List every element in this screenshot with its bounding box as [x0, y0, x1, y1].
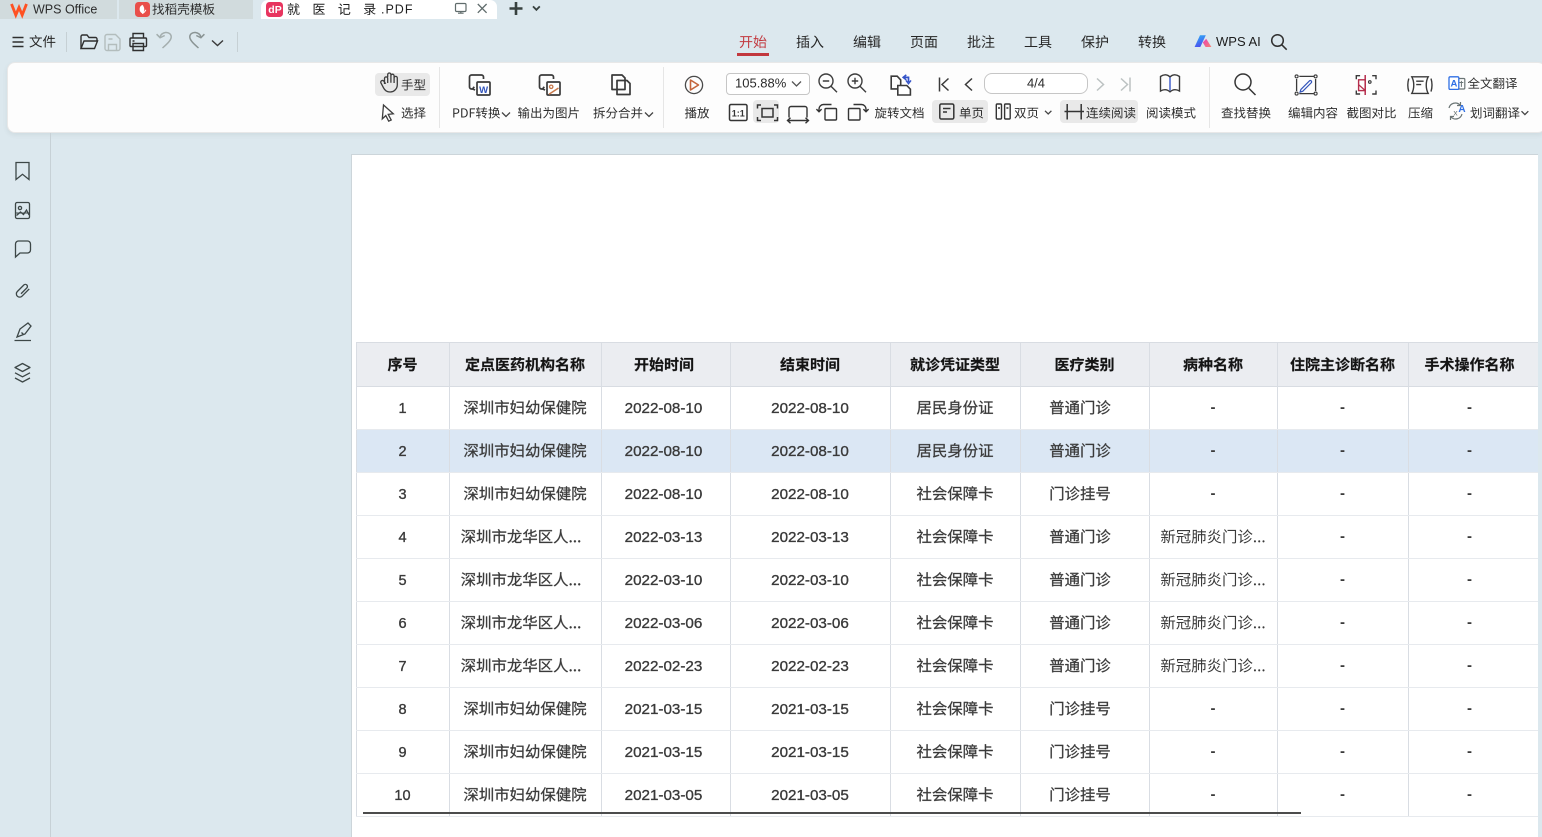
svg-text:10: 10: [394, 788, 410, 804]
svg-text:-: -: [1340, 528, 1345, 545]
svg-text:2021-03-15: 2021-03-15: [625, 701, 703, 718]
svg-text:WPS Office: WPS Office: [33, 3, 97, 17]
svg-text:2022-08-10: 2022-08-10: [625, 400, 703, 417]
svg-text:-: -: [1467, 657, 1472, 674]
svg-text:2021-03-05: 2021-03-05: [625, 787, 703, 804]
svg-text:2022-08-10: 2022-08-10: [771, 443, 849, 460]
svg-text:6: 6: [398, 616, 406, 632]
svg-text:-: -: [1467, 786, 1472, 803]
svg-text:WPS AI: WPS AI: [1216, 34, 1261, 49]
svg-text:-: -: [1211, 485, 1216, 502]
svg-text:-: -: [1340, 485, 1345, 502]
svg-text:2022-03-06: 2022-03-06: [625, 615, 703, 632]
svg-text:2022-03-10: 2022-03-10: [625, 572, 703, 589]
svg-text:-: -: [1340, 399, 1345, 416]
svg-text:-: -: [1340, 700, 1345, 717]
svg-text:4: 4: [398, 530, 406, 546]
svg-text:-: -: [1467, 528, 1472, 545]
svg-text:8: 8: [398, 702, 406, 718]
svg-text:2022-03-10: 2022-03-10: [771, 572, 849, 589]
svg-text:2022-02-23: 2022-02-23: [771, 658, 849, 675]
svg-text:2022-03-06: 2022-03-06: [771, 615, 849, 632]
svg-text:105.88%: 105.88%: [735, 76, 787, 91]
svg-text:-: -: [1211, 442, 1216, 459]
svg-text:W: W: [479, 85, 488, 96]
svg-text:2022-03-13: 2022-03-13: [771, 529, 849, 546]
svg-text:1:1: 1:1: [732, 109, 745, 119]
svg-text:4/4: 4/4: [1027, 76, 1045, 91]
svg-text:.PDF: .PDF: [381, 3, 413, 17]
svg-text:-: -: [1340, 786, 1345, 803]
svg-text:-: -: [1340, 614, 1345, 631]
svg-text:-: -: [1467, 700, 1472, 717]
svg-text:-: -: [1340, 442, 1345, 459]
svg-text:-: -: [1211, 399, 1216, 416]
svg-text:2: 2: [398, 444, 406, 460]
svg-text:A: A: [1458, 104, 1465, 115]
svg-text:2021-03-15: 2021-03-15: [625, 744, 703, 761]
svg-text:-: -: [1467, 743, 1472, 760]
svg-text:1: 1: [398, 401, 406, 417]
svg-text:-: -: [1467, 614, 1472, 631]
svg-text:-: -: [1211, 786, 1216, 803]
svg-text:-: -: [1340, 743, 1345, 760]
svg-text:2021-03-15: 2021-03-15: [771, 701, 849, 718]
svg-text:2022-02-23: 2022-02-23: [625, 658, 703, 675]
svg-text:2022-08-10: 2022-08-10: [771, 486, 849, 503]
svg-text:-: -: [1467, 399, 1472, 416]
svg-text:-: -: [1211, 743, 1216, 760]
svg-text:2022-08-10: 2022-08-10: [625, 443, 703, 460]
svg-text:5: 5: [398, 573, 406, 589]
svg-text:2022-03-13: 2022-03-13: [625, 529, 703, 546]
svg-text:9: 9: [398, 745, 406, 761]
svg-text:-: -: [1467, 571, 1472, 588]
svg-text:-: -: [1340, 571, 1345, 588]
svg-text:2022-08-10: 2022-08-10: [771, 400, 849, 417]
svg-text:-: -: [1467, 485, 1472, 502]
svg-text:-: -: [1211, 700, 1216, 717]
svg-text:2021-03-05: 2021-03-05: [771, 787, 849, 804]
svg-text:-: -: [1467, 442, 1472, 459]
svg-text:-: -: [1340, 657, 1345, 674]
svg-text:7: 7: [398, 659, 406, 675]
svg-text:A: A: [1450, 79, 1457, 90]
svg-text:2021-03-15: 2021-03-15: [771, 744, 849, 761]
svg-text:2022-08-10: 2022-08-10: [625, 486, 703, 503]
svg-text:dP: dP: [268, 4, 281, 16]
svg-text:3: 3: [398, 487, 406, 503]
